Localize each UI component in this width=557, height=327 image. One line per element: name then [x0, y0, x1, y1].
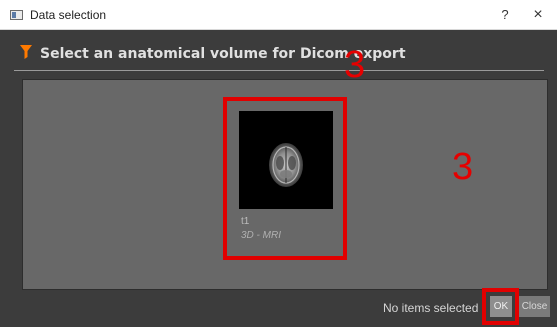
window-titlebar: Data selection ? × [0, 0, 557, 30]
header-divider [14, 70, 544, 71]
annotation-step-label-ok: 3 [452, 146, 474, 188]
close-button[interactable]: Close [519, 296, 550, 317]
dialog-header: Select an anatomical volume for Dicom ex… [0, 30, 557, 72]
volume-item-t1[interactable]: t1 3D - MRI [223, 97, 347, 260]
filter-icon [20, 45, 32, 59]
window-close-button[interactable]: × [528, 5, 548, 25]
ok-button[interactable]: OK [490, 296, 512, 317]
help-button[interactable]: ? [495, 5, 515, 25]
app-window-icon [10, 10, 23, 20]
mri-thumbnail [239, 111, 333, 209]
volume-name: t1 [241, 216, 250, 227]
selection-status: No items selected [383, 301, 479, 315]
window-title: Data selection [30, 8, 107, 22]
volume-type: 3D - MRI [241, 230, 281, 241]
annotation-step-label: 3 [344, 44, 366, 86]
